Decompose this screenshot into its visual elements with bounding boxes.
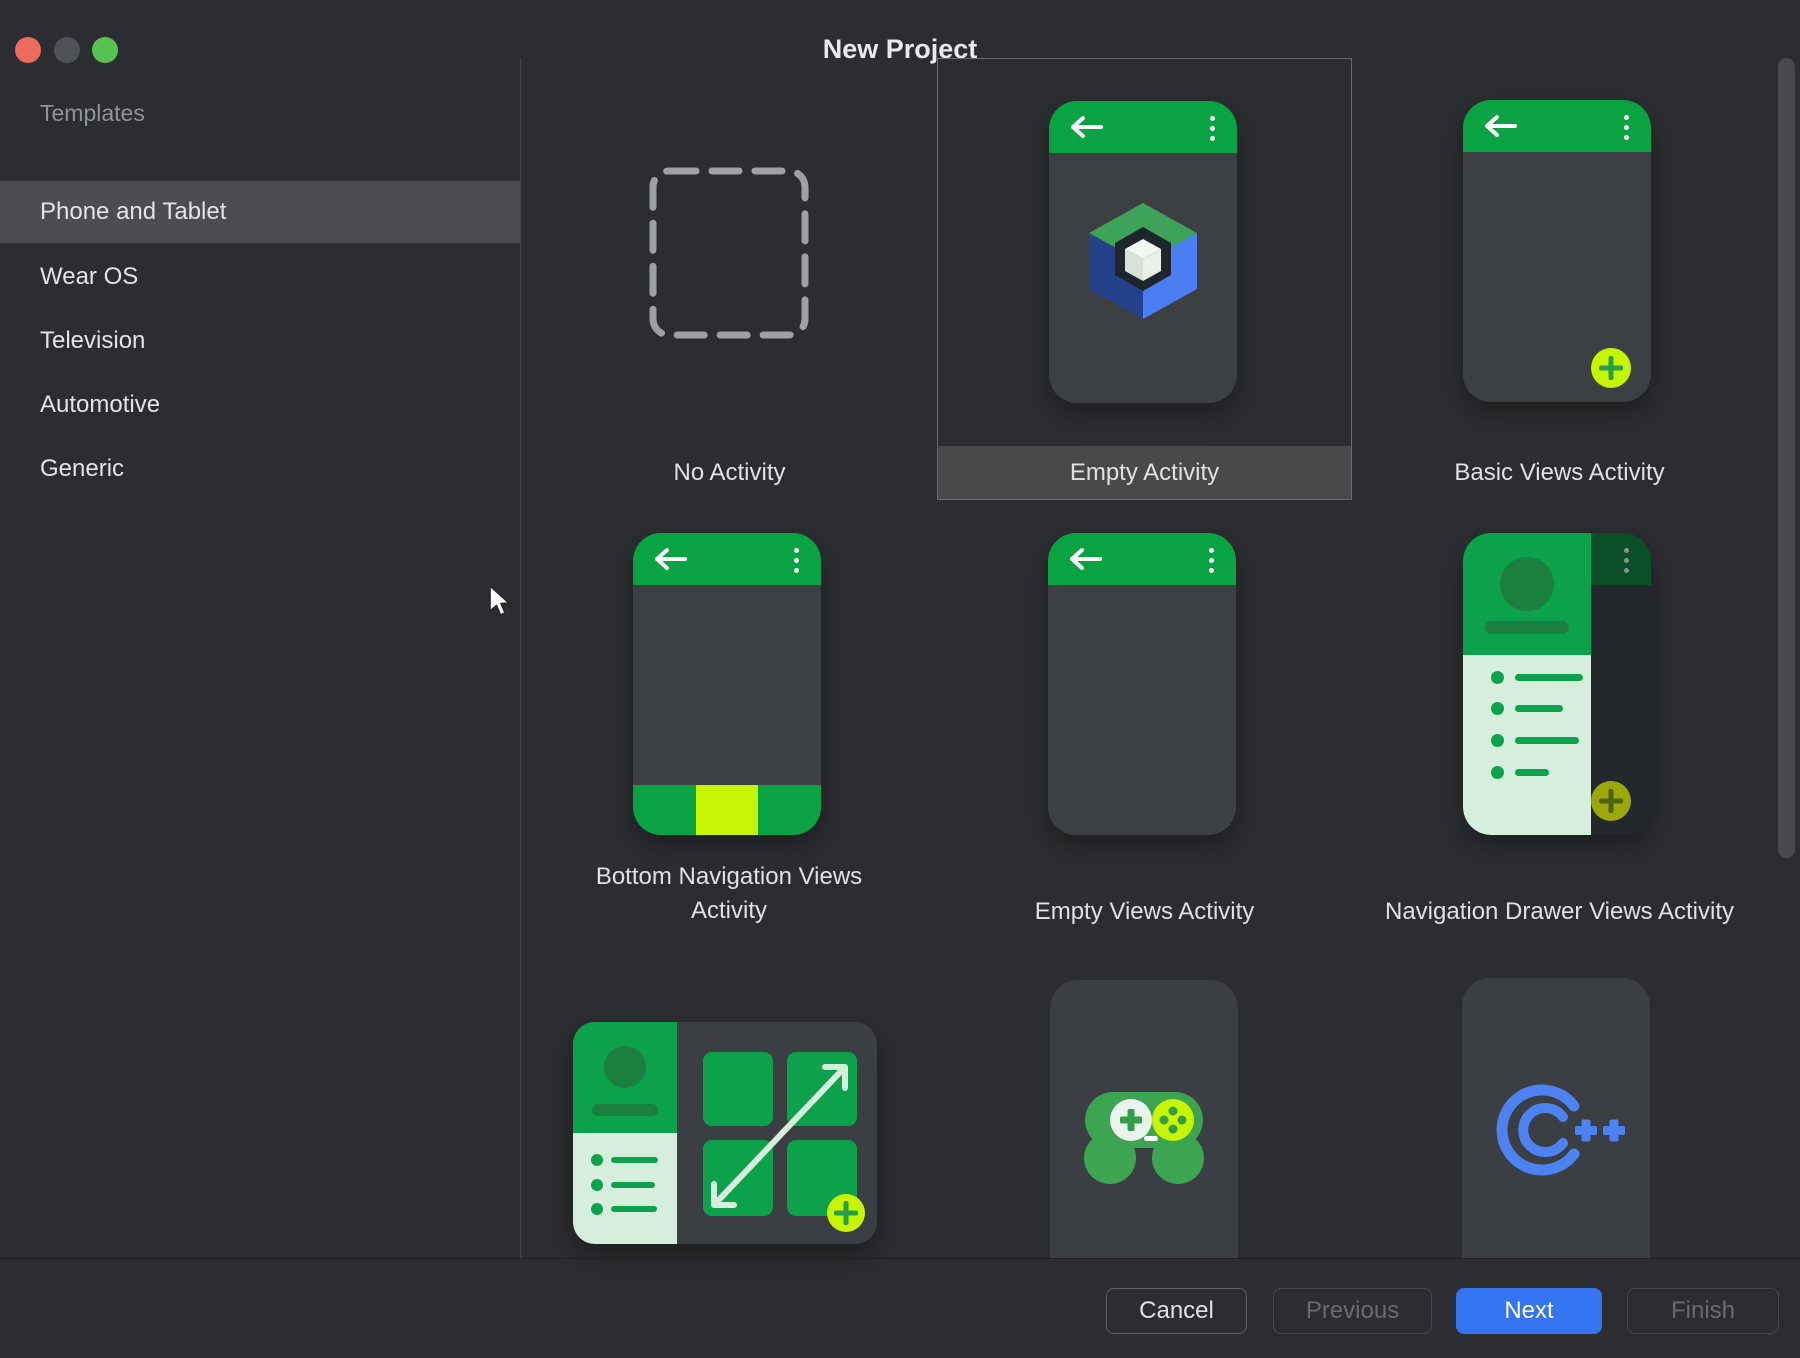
phone-appbar: [633, 533, 821, 585]
plus-fab-icon: [1591, 781, 1631, 821]
kebab-menu-icon: [1624, 115, 1629, 140]
game-activity-preview: [1050, 980, 1238, 1258]
cancel-button[interactable]: Cancel: [1106, 1288, 1247, 1334]
empty-activity-preview: [1049, 101, 1237, 403]
template-label: No Activity: [522, 456, 937, 490]
next-button[interactable]: Next: [1456, 1288, 1602, 1334]
template-card-native-cpp[interactable]: [1352, 942, 1767, 1258]
template-label: Navigation Drawer Views Activity: [1352, 895, 1767, 929]
vertical-scrollbar-thumb[interactable]: [1778, 58, 1795, 858]
template-card-no-activity[interactable]: No Activity: [522, 58, 937, 500]
template-card-empty-activity[interactable]: Empty Activity: [937, 58, 1352, 500]
bottom-navigation-preview: [633, 533, 821, 835]
template-label: Empty Views Activity: [937, 895, 1352, 929]
template-card-empty-views-activity[interactable]: Empty Views Activity: [937, 500, 1352, 942]
previous-button[interactable]: Previous: [1273, 1288, 1432, 1334]
kebab-menu-icon: [1210, 116, 1215, 141]
avatar-icon: [1500, 557, 1554, 611]
sidebar-divider: [520, 58, 521, 1258]
kebab-menu-icon: [1209, 548, 1214, 573]
cursor-pointer-icon: [488, 585, 514, 619]
plus-fab-icon: [1591, 348, 1631, 388]
game-controller-icon: [1050, 1070, 1238, 1200]
sidebar-item-generic[interactable]: Generic: [0, 438, 520, 500]
kebab-menu-icon: [794, 548, 799, 573]
template-card-basic-views-activity[interactable]: Basic Views Activity: [1352, 58, 1767, 500]
kebab-menu-icon: [1624, 548, 1629, 573]
phone-appbar: [1048, 533, 1236, 585]
sidebar-item-wear-os[interactable]: Wear OS: [0, 246, 520, 308]
jetpack-compose-logo-icon: [1081, 197, 1205, 321]
bottom-nav-bar-icon: [633, 785, 821, 835]
selected-template-strip: Empty Activity: [938, 446, 1351, 499]
cpp-logo-icon: [1481, 1070, 1631, 1190]
sidebar-item-phone-and-tablet[interactable]: Phone and Tablet: [0, 181, 520, 243]
template-card-bottom-navigation-views-activity[interactable]: Bottom Navigation Views Activity: [522, 500, 937, 942]
template-label: Bottom Navigation Views Activity: [579, 860, 879, 928]
template-card-navigation-drawer-views-activity[interactable]: Navigation Drawer Views Activity: [1352, 500, 1767, 942]
template-card-adaptive-views[interactable]: [522, 942, 937, 1258]
back-arrow-icon: [653, 547, 689, 571]
native-cpp-preview: [1462, 978, 1650, 1258]
nav-drawer-panel-icon: [1463, 533, 1591, 835]
templates-heading: Templates: [40, 100, 145, 127]
no-activity-placeholder-icon: [647, 165, 811, 341]
empty-views-preview: [1048, 533, 1236, 835]
phone-appbar: [1049, 101, 1237, 153]
plus-fab-icon: [827, 1194, 865, 1232]
back-arrow-icon: [1068, 547, 1104, 571]
template-card-game-activity[interactable]: [937, 942, 1352, 1258]
back-arrow-icon: [1483, 114, 1519, 138]
template-label: Basic Views Activity: [1352, 456, 1767, 490]
template-label: Empty Activity: [938, 446, 1351, 499]
sidebar-item-automotive[interactable]: Automotive: [0, 374, 520, 436]
adaptive-preview: [573, 1022, 877, 1244]
basic-views-preview: [1463, 100, 1651, 402]
back-arrow-icon: [1069, 115, 1105, 139]
finish-button[interactable]: Finish: [1627, 1288, 1779, 1334]
sidebar-item-television[interactable]: Television: [0, 310, 520, 372]
phone-appbar: [1463, 100, 1651, 152]
footer-divider: [0, 1258, 1800, 1259]
navigation-drawer-preview: [1463, 533, 1651, 835]
new-project-window: New Project Templates Phone and Tablet W…: [0, 0, 1800, 1358]
